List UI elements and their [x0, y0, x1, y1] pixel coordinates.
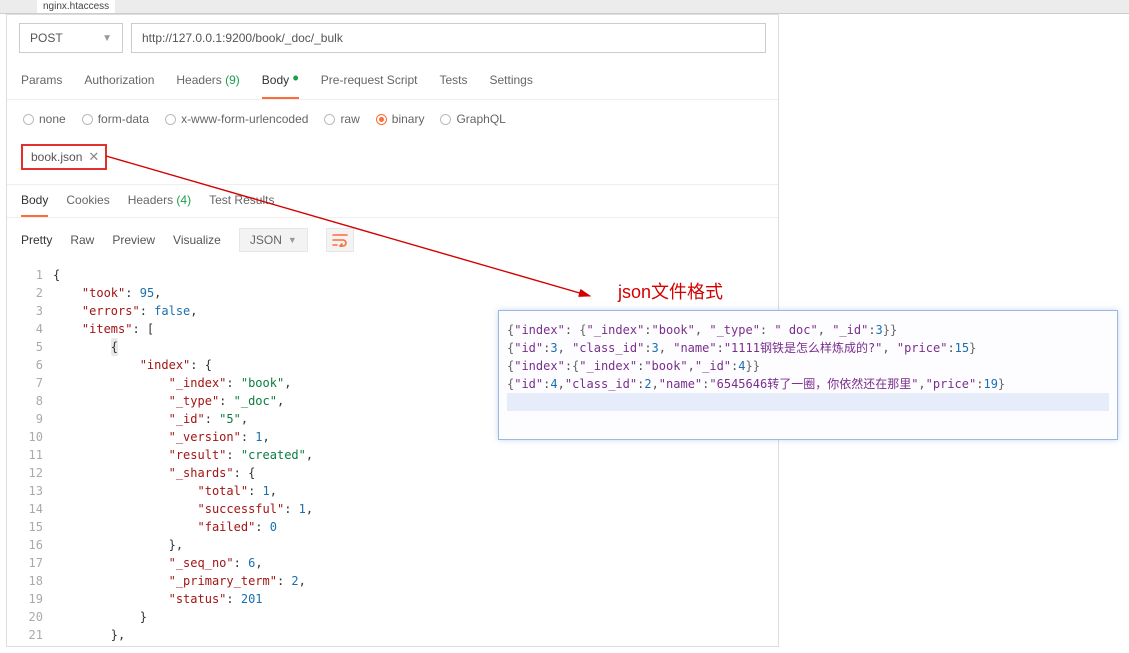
tab-body-label: Body	[262, 73, 289, 87]
radio-none[interactable]: none	[23, 112, 66, 126]
radio-formdata[interactable]: form-data	[82, 112, 149, 126]
radio-graphql-label: GraphQL	[456, 112, 505, 126]
http-method-select[interactable]: POST ▼	[19, 23, 123, 53]
json-file-box: {"index": {"_index":"book", "_type": " d…	[498, 310, 1118, 440]
tab-prerequest[interactable]: Pre-request Script	[321, 73, 418, 99]
tab-body[interactable]: Body •	[262, 73, 299, 99]
resp-tab-test-results[interactable]: Test Results	[209, 193, 274, 217]
url-input[interactable]: http://127.0.0.1:9200/book/_doc/_bulk	[131, 23, 766, 53]
view-raw[interactable]: Raw	[70, 233, 94, 247]
radio-raw-label: raw	[340, 112, 359, 126]
lang-select[interactable]: JSON ▼	[239, 228, 308, 252]
line-gutter: 123456789101112131415161718192021	[7, 266, 53, 644]
wrap-lines-button[interactable]	[326, 228, 354, 252]
modified-dot-icon: •	[292, 68, 298, 88]
chevron-down-icon: ▼	[102, 33, 112, 44]
url-text: http://127.0.0.1:9200/book/_doc/_bulk	[142, 31, 343, 45]
radio-icon	[23, 114, 34, 125]
radio-raw[interactable]: raw	[324, 112, 359, 126]
radio-none-label: none	[39, 112, 66, 126]
http-method-label: POST	[30, 31, 63, 45]
tab-headers-count: (9)	[225, 73, 240, 87]
radio-icon	[165, 114, 176, 125]
code-source: { "took": 95, "errors": false, "items": …	[53, 266, 313, 644]
view-preview[interactable]: Preview	[112, 233, 155, 247]
tab-params[interactable]: Params	[21, 73, 62, 99]
radio-formdata-label: form-data	[98, 112, 149, 126]
radio-binary[interactable]: binary	[376, 112, 425, 126]
radio-icon	[82, 114, 93, 125]
radio-urlencoded[interactable]: x-www-form-urlencoded	[165, 112, 308, 126]
radio-binary-label: binary	[392, 112, 425, 126]
radio-icon	[324, 114, 335, 125]
binary-file-chip[interactable]: book.json ✕	[21, 144, 107, 170]
close-icon[interactable]: ✕	[88, 149, 99, 165]
resp-tab-cookies[interactable]: Cookies	[66, 193, 109, 217]
radio-icon	[440, 114, 451, 125]
editor-file-tab[interactable]: nginx.htaccess	[37, 0, 115, 13]
request-row: POST ▼ http://127.0.0.1:9200/book/_doc/_…	[7, 15, 778, 61]
file-chip-name: book.json	[31, 150, 82, 164]
radio-graphql[interactable]: GraphQL	[440, 112, 505, 126]
view-visualize[interactable]: Visualize	[173, 233, 221, 247]
request-tabs: Params Authorization Headers (9) Body • …	[7, 61, 778, 100]
tab-settings[interactable]: Settings	[490, 73, 533, 99]
annotation-title: json文件格式	[618, 278, 723, 304]
body-type-radios: none form-data x-www-form-urlencoded raw…	[7, 100, 778, 138]
resp-tab-headers-count: (4)	[176, 193, 191, 207]
radio-urlencoded-label: x-www-form-urlencoded	[181, 112, 308, 126]
response-tabs: Body Cookies Headers (4) Test Results	[7, 185, 778, 218]
tab-tests[interactable]: Tests	[439, 73, 467, 99]
wrap-icon	[332, 233, 348, 247]
resp-tab-headers-label: Headers	[128, 193, 173, 207]
response-toolbar: Pretty Raw Preview Visualize JSON ▼	[7, 218, 778, 262]
chevron-down-icon: ▼	[288, 235, 297, 245]
tab-headers[interactable]: Headers (9)	[176, 73, 239, 99]
resp-tab-body[interactable]: Body	[21, 193, 48, 217]
tab-authorization[interactable]: Authorization	[84, 73, 154, 99]
lang-label: JSON	[250, 233, 282, 247]
tab-headers-label: Headers	[176, 73, 221, 87]
editor-tab-strip	[0, 0, 1129, 14]
view-pretty[interactable]: Pretty	[21, 233, 52, 247]
resp-tab-headers[interactable]: Headers (4)	[128, 193, 191, 217]
radio-icon-selected	[376, 114, 387, 125]
